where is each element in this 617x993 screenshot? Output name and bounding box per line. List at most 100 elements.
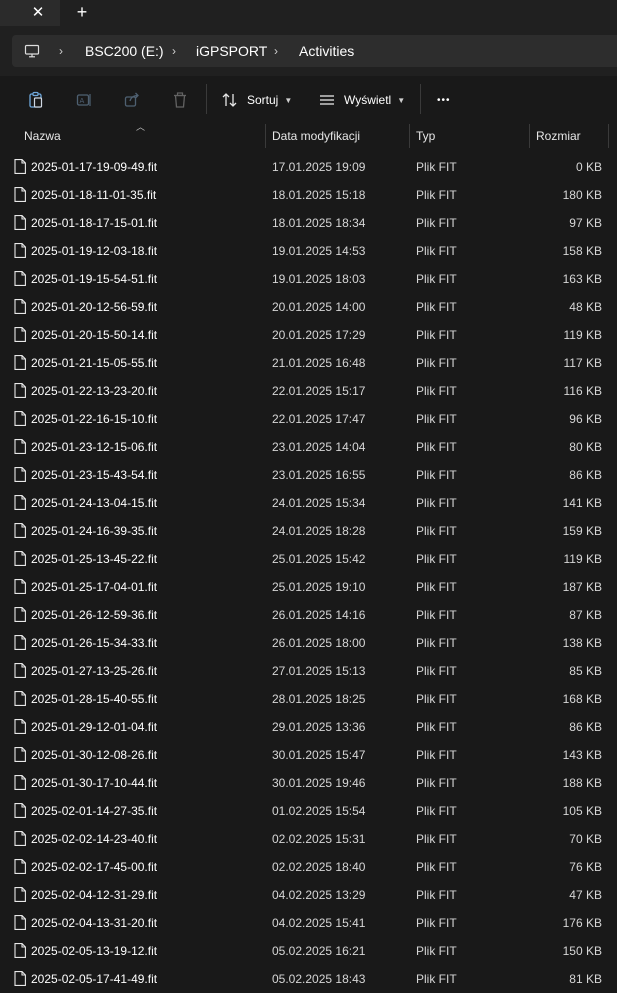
file-name[interactable]: 2025-02-05-17-41-49.fit xyxy=(31,965,157,993)
file-type: Plik FIT xyxy=(416,692,457,706)
breadcrumb-separator-icon[interactable]: › xyxy=(274,43,278,59)
file-row[interactable]: 2025-01-20-12-56-59.fit 20.01.2025 14:00 P… xyxy=(0,293,617,321)
file-row[interactable]: 2025-01-30-12-08-26.fit 30.01.2025 15:47 P… xyxy=(0,741,617,769)
file-size: 187 KB xyxy=(562,580,602,594)
file-name[interactable]: 2025-01-19-12-03-18.fit xyxy=(31,237,157,265)
sort-label: Sortuj xyxy=(247,93,279,107)
file-name[interactable]: 2025-02-02-14-23-40.fit xyxy=(31,825,157,853)
file-name[interactable]: 2025-01-17-19-09-49.fit xyxy=(31,153,157,181)
column-resize-handle[interactable] xyxy=(608,124,609,148)
file-row[interactable]: 2025-01-17-19-09-49.fit 17.01.2025 19:09 P… xyxy=(0,153,617,181)
file-row[interactable]: 2025-01-19-15-54-51.fit 19.01.2025 18:03 P… xyxy=(0,265,617,293)
new-tab-icon[interactable]: + xyxy=(68,2,96,22)
file-row[interactable]: 2025-01-22-16-15-10.fit 22.01.2025 17:47 P… xyxy=(0,405,617,433)
file-name[interactable]: 2025-01-20-15-50-14.fit xyxy=(31,321,157,349)
file-name[interactable]: 2025-01-27-13-25-26.fit xyxy=(31,657,157,685)
file-row[interactable]: 2025-02-01-14-27-35.fit 01.02.2025 15:54 P… xyxy=(0,797,617,825)
breadcrumb-drive[interactable]: BSC200 (E:) xyxy=(85,43,164,59)
file-name[interactable]: 2025-01-29-12-01-04.fit xyxy=(31,713,157,741)
file-name[interactable]: 2025-01-25-13-45-22.fit xyxy=(31,545,157,573)
file-name[interactable]: 2025-01-19-15-54-51.fit xyxy=(31,265,157,293)
breadcrumb-separator-icon[interactable]: › xyxy=(59,43,63,59)
file-name[interactable]: 2025-01-23-12-15-06.fit xyxy=(31,433,157,461)
file-row[interactable]: 2025-01-30-17-10-44.fit 30.01.2025 19:46 P… xyxy=(0,769,617,797)
column-resize-handle[interactable] xyxy=(265,124,266,148)
share-icon[interactable] xyxy=(120,88,144,112)
file-icon xyxy=(14,467,26,482)
file-name[interactable]: 2025-01-18-17-15-01.fit xyxy=(31,209,157,237)
file-name[interactable]: 2025-01-24-16-39-35.fit xyxy=(31,517,157,545)
file-row[interactable]: 2025-01-24-16-39-35.fit 24.01.2025 18:28 P… xyxy=(0,517,617,545)
file-row[interactable]: 2025-01-26-15-34-33.fit 26.01.2025 18:00 P… xyxy=(0,629,617,657)
file-name[interactable]: 2025-02-05-13-19-12.fit xyxy=(31,937,157,965)
file-name[interactable]: 2025-01-23-15-43-54.fit xyxy=(31,461,157,489)
file-name[interactable]: 2025-01-18-11-01-35.fit xyxy=(31,181,156,209)
file-row[interactable]: 2025-01-20-15-50-14.fit 20.01.2025 17:29 P… xyxy=(0,321,617,349)
sort-button[interactable]: Sortuj ▼ xyxy=(221,88,292,112)
paste-icon[interactable] xyxy=(24,88,48,112)
file-row[interactable]: 2025-01-19-12-03-18.fit 19.01.2025 14:53 P… xyxy=(0,237,617,265)
file-row[interactable]: 2025-02-04-12-31-29.fit 04.02.2025 13:29 P… xyxy=(0,881,617,909)
column-header-date[interactable]: Data modyfikacji xyxy=(272,122,360,150)
file-row[interactable]: 2025-01-28-15-40-55.fit 28.01.2025 18:25 P… xyxy=(0,685,617,713)
file-row[interactable]: 2025-01-21-15-05-55.fit 21.01.2025 16:48 P… xyxy=(0,349,617,377)
file-modified-date: 25.01.2025 19:10 xyxy=(272,580,366,594)
file-row[interactable]: 2025-01-23-12-15-06.fit 23.01.2025 14:04 P… xyxy=(0,433,617,461)
file-type: Plik FIT xyxy=(416,916,457,930)
file-name[interactable]: 2025-01-30-12-08-26.fit xyxy=(31,741,157,769)
column-header-type[interactable]: Typ xyxy=(416,122,435,150)
file-size: 180 KB xyxy=(562,188,602,202)
breadcrumb-activities[interactable]: Activities xyxy=(299,43,354,59)
file-row[interactable]: 2025-01-29-12-01-04.fit 29.01.2025 13:36 P… xyxy=(0,713,617,741)
column-resize-handle[interactable] xyxy=(529,124,530,148)
view-button[interactable]: Wyświetl ▼ xyxy=(318,88,405,112)
file-name[interactable]: 2025-01-20-12-56-59.fit xyxy=(31,293,157,321)
file-row[interactable]: 2025-02-04-13-31-20.fit 04.02.2025 15:41 P… xyxy=(0,909,617,937)
file-row[interactable]: 2025-02-05-13-19-12.fit 05.02.2025 16:21 P… xyxy=(0,937,617,965)
file-name[interactable]: 2025-01-26-12-59-36.fit xyxy=(31,601,157,629)
file-row[interactable]: 2025-01-26-12-59-36.fit 26.01.2025 14:16 P… xyxy=(0,601,617,629)
file-row[interactable]: 2025-01-18-11-01-35.fit 18.01.2025 15:18 P… xyxy=(0,181,617,209)
file-type: Plik FIT xyxy=(416,804,457,818)
file-name[interactable]: 2025-02-01-14-27-35.fit xyxy=(31,797,157,825)
file-row[interactable]: 2025-02-05-17-41-49.fit 05.02.2025 18:43 P… xyxy=(0,965,617,993)
file-row[interactable]: 2025-01-18-17-15-01.fit 18.01.2025 18:34 P… xyxy=(0,209,617,237)
address-bar[interactable]: › BSC200 (E:) › iGPSPORT › Activities xyxy=(12,35,617,67)
rename-icon[interactable]: A xyxy=(72,88,96,112)
column-resize-handle[interactable] xyxy=(409,124,410,148)
file-icon xyxy=(14,831,26,846)
breadcrumb-separator-icon[interactable]: › xyxy=(172,43,176,59)
file-modified-date: 29.01.2025 13:36 xyxy=(272,720,366,734)
file-name[interactable]: 2025-02-04-12-31-29.fit xyxy=(31,881,157,909)
file-list: 2025-01-17-19-09-49.fit 17.01.2025 19:09 P… xyxy=(0,153,617,993)
file-name[interactable]: 2025-01-21-15-05-55.fit xyxy=(31,349,157,377)
delete-icon[interactable] xyxy=(168,88,192,112)
breadcrumb-igpsport[interactable]: iGPSPORT xyxy=(196,43,267,59)
file-row[interactable]: 2025-01-24-13-04-15.fit 24.01.2025 15:34 P… xyxy=(0,489,617,517)
more-options-icon[interactable]: ••• xyxy=(437,88,451,112)
file-name[interactable]: 2025-01-30-17-10-44.fit xyxy=(31,769,157,797)
file-name[interactable]: 2025-01-25-17-04-01.fit xyxy=(31,573,157,601)
file-row[interactable]: 2025-01-25-17-04-01.fit 25.01.2025 19:10 P… xyxy=(0,573,617,601)
column-header-size[interactable]: Rozmiar xyxy=(536,122,581,150)
file-row[interactable]: 2025-01-27-13-25-26.fit 27.01.2025 15:13 P… xyxy=(0,657,617,685)
file-icon xyxy=(14,719,26,734)
file-name[interactable]: 2025-01-22-13-23-20.fit xyxy=(31,377,157,405)
file-row[interactable]: 2025-02-02-17-45-00.fit 02.02.2025 18:40 P… xyxy=(0,853,617,881)
file-name[interactable]: 2025-02-04-13-31-20.fit xyxy=(31,909,157,937)
file-row[interactable]: 2025-01-25-13-45-22.fit 25.01.2025 15:42 P… xyxy=(0,545,617,573)
file-name[interactable]: 2025-01-26-15-34-33.fit xyxy=(31,629,157,657)
toolbar-divider xyxy=(420,84,421,114)
close-tab-icon[interactable]: ✕ xyxy=(24,2,52,22)
file-modified-date: 23.01.2025 16:55 xyxy=(272,468,366,482)
file-row[interactable]: 2025-01-23-15-43-54.fit 23.01.2025 16:55 P… xyxy=(0,461,617,489)
file-name[interactable]: 2025-01-28-15-40-55.fit xyxy=(31,685,157,713)
computer-icon[interactable] xyxy=(24,43,40,59)
file-type: Plik FIT xyxy=(416,300,457,314)
file-row[interactable]: 2025-02-02-14-23-40.fit 02.02.2025 15:31 P… xyxy=(0,825,617,853)
column-header-name[interactable]: Nazwa xyxy=(24,122,61,150)
file-row[interactable]: 2025-01-22-13-23-20.fit 22.01.2025 15:17 P… xyxy=(0,377,617,405)
file-name[interactable]: 2025-01-24-13-04-15.fit xyxy=(31,489,157,517)
file-name[interactable]: 2025-01-22-16-15-10.fit xyxy=(31,405,157,433)
file-name[interactable]: 2025-02-02-17-45-00.fit xyxy=(31,853,157,881)
